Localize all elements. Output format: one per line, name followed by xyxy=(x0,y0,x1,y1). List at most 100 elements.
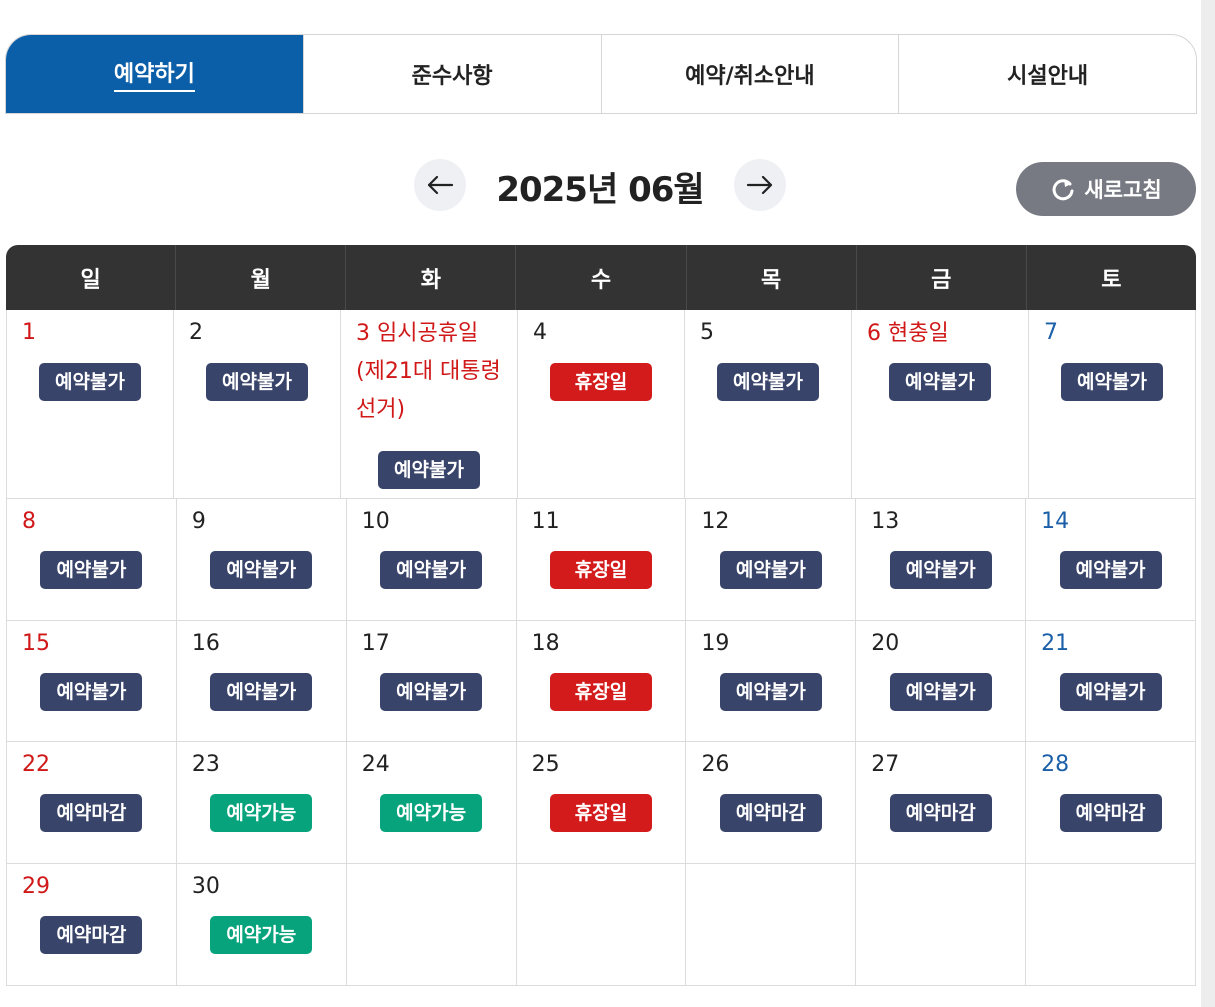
calendar-day-cell xyxy=(345,864,516,985)
day-number: 23 xyxy=(191,752,220,777)
calendar-day-cell[interactable]: 3 임시공휴일 (제21대 대통령 선거) 예약불가 xyxy=(340,310,517,498)
refresh-button[interactable]: 새로고침 xyxy=(1016,162,1196,216)
reservation-status-badge[interactable]: 예약불가 xyxy=(719,673,822,711)
day-number: 22 xyxy=(22,752,50,777)
calendar-day-cell xyxy=(685,864,855,985)
reservation-status-badge[interactable]: 예약마감 xyxy=(40,794,143,832)
reservation-status-badge[interactable]: 예약불가 xyxy=(889,551,992,589)
calendar-day-cell[interactable]: 11 휴장일 xyxy=(515,499,686,620)
calendar-day-cell[interactable]: 17 예약불가 xyxy=(345,621,516,741)
reservation-status-badge[interactable]: 예약불가 xyxy=(889,363,991,401)
calendar-day-cell[interactable]: 18 휴장일 xyxy=(515,621,686,741)
calendar-day-cell[interactable]: 23 예약가능 xyxy=(175,742,346,863)
reservation-status-badge[interactable]: 휴장일 xyxy=(550,551,652,589)
weekday-fri: 금 xyxy=(855,245,1026,310)
reservation-status-badge[interactable]: 휴장일 xyxy=(550,794,652,832)
calendar-day-cell[interactable]: 27 예약마감 xyxy=(855,742,1025,863)
day-number: 26 xyxy=(701,752,730,777)
weekday-wed: 수 xyxy=(515,245,685,310)
reservation-status-badge[interactable]: 예약가능 xyxy=(210,794,313,832)
calendar-day-cell[interactable]: 24 예약가능 xyxy=(345,742,516,863)
next-month-button[interactable] xyxy=(734,159,786,211)
calendar-day-cell[interactable]: 12 예약불가 xyxy=(685,499,855,620)
holiday-name: 현충일 xyxy=(888,321,949,346)
reservation-status-badge[interactable]: 휴장일 xyxy=(550,363,652,401)
calendar-day-cell[interactable]: 8 예약불가 xyxy=(6,499,176,620)
calendar-week-row: 8 예약불가 9 예약불가 10 예약불가 11 휴장일 12 예약불가 13 예약불가 14 예약불가 xyxy=(6,499,1197,621)
calendar-day-cell[interactable]: 30 예약가능 xyxy=(175,864,346,985)
reservation-status-badge[interactable]: 예약불가 xyxy=(717,363,819,401)
calendar-week-row: 22 예약마감 23 예약가능 24 예약가능 25 휴장일 26 예약마감 27 예약마감 28 예약마… xyxy=(6,742,1197,864)
arrow-right-icon xyxy=(746,175,773,195)
calendar-day-cell[interactable]: 4 휴장일 xyxy=(517,310,684,498)
reservation-status-badge[interactable]: 예약불가 xyxy=(1059,673,1162,711)
reservation-status-badge[interactable]: 예약가능 xyxy=(210,916,313,954)
tab-reserve[interactable]: 예약하기 xyxy=(6,35,303,113)
reservation-status-badge[interactable]: 예약불가 xyxy=(378,451,480,489)
calendar-day-cell[interactable]: 1 예약불가 xyxy=(6,310,173,498)
day-number: 11 xyxy=(531,509,560,534)
reservation-status-badge[interactable]: 예약불가 xyxy=(210,551,313,589)
calendar-day-cell[interactable]: 6 현충일예약불가 xyxy=(851,310,1028,498)
calendar-day-cell[interactable]: 7 예약불가 xyxy=(1028,310,1196,498)
calendar-day-cell[interactable]: 15 예약불가 xyxy=(6,621,176,741)
day-number: 29 xyxy=(22,874,50,899)
reservation-status-badge[interactable]: 예약마감 xyxy=(719,794,822,832)
arrow-left-icon xyxy=(427,175,454,195)
calendar-day-cell[interactable]: 19 예약불가 xyxy=(685,621,855,741)
tab-facility-guide[interactable]: 시설안내 xyxy=(898,35,1196,113)
calendar-day-cell[interactable]: 26 예약마감 xyxy=(685,742,855,863)
calendar-header: 일 월 화 수 목 금 토 xyxy=(6,245,1196,310)
reservation-status-badge[interactable]: 예약불가 xyxy=(210,673,313,711)
calendar-day-cell[interactable]: 9 예약불가 xyxy=(175,499,346,620)
reservation-status-badge[interactable]: 예약불가 xyxy=(380,551,483,589)
day-number: 2 xyxy=(189,320,203,345)
scrollbar-track[interactable] xyxy=(1201,0,1215,1007)
reservation-status-badge[interactable]: 예약마감 xyxy=(889,794,992,832)
day-number: 15 xyxy=(22,631,50,656)
reservation-status-badge[interactable]: 예약불가 xyxy=(206,363,308,401)
day-number: 6 xyxy=(867,321,881,346)
calendar-body: 1 예약불가 2 예약불가 3 임시공휴일 (제21대 대통령 선거) 예약불가 4 휴장일 5… xyxy=(6,310,1197,986)
tab-rules[interactable]: 준수사항 xyxy=(302,35,601,113)
reservation-status-badge[interactable]: 예약불가 xyxy=(719,551,822,589)
calendar-week-row: 15 예약불가 16 예약불가 17 예약불가 18 휴장일 19 예약불가 20 예약불가 21 예약불… xyxy=(6,621,1197,742)
day-number: 13 xyxy=(871,509,900,534)
reservation-status-badge[interactable]: 예약불가 xyxy=(1061,363,1163,401)
calendar-day-cell[interactable]: 14 예약불가 xyxy=(1025,499,1197,620)
weekday-tue: 화 xyxy=(345,245,515,310)
reservation-status-badge[interactable]: 예약불가 xyxy=(40,551,143,589)
reservation-status-badge[interactable]: 예약불가 xyxy=(1059,551,1162,589)
day-number: 10 xyxy=(361,509,390,534)
prev-month-button[interactable] xyxy=(414,159,466,211)
calendar-day-cell[interactable]: 13 예약불가 xyxy=(855,499,1025,620)
reservation-status-badge[interactable]: 예약불가 xyxy=(380,673,483,711)
calendar-day-cell[interactable]: 21 예약불가 xyxy=(1025,621,1197,741)
calendar-day-cell[interactable]: 22 예약마감 xyxy=(6,742,176,863)
day-number: 7 xyxy=(1044,320,1058,345)
calendar-day-cell[interactable]: 2 예약불가 xyxy=(173,310,340,498)
day-number: 8 xyxy=(22,509,36,534)
day-number: 27 xyxy=(871,752,900,777)
reservation-status-badge[interactable]: 예약마감 xyxy=(40,916,143,954)
weekday-thu: 목 xyxy=(685,245,856,310)
calendar-day-cell[interactable]: 10 예약불가 xyxy=(345,499,516,620)
tab-cancel-guide[interactable]: 예약/취소안내 xyxy=(600,35,899,113)
calendar-day-cell[interactable]: 28 예약마감 xyxy=(1025,742,1197,863)
reservation-status-badge[interactable]: 예약불가 xyxy=(39,363,141,401)
calendar-day-cell[interactable]: 25 휴장일 xyxy=(515,742,686,863)
reservation-status-badge[interactable]: 예약불가 xyxy=(889,673,992,711)
day-number: 18 xyxy=(531,631,560,656)
reservation-status-badge[interactable]: 휴장일 xyxy=(550,673,652,711)
calendar-day-cell[interactable]: 20 예약불가 xyxy=(855,621,1025,741)
calendar-day-cell[interactable]: 5 예약불가 xyxy=(684,310,851,498)
day-number: 5 xyxy=(700,320,714,345)
day-number: 25 xyxy=(531,752,560,777)
calendar-day-cell[interactable]: 16 예약불가 xyxy=(175,621,346,741)
reservation-status-badge[interactable]: 예약불가 xyxy=(40,673,143,711)
calendar-day-cell[interactable]: 29 예약마감 xyxy=(6,864,176,985)
day-number: 21 xyxy=(1041,631,1070,656)
refresh-icon xyxy=(1052,179,1074,201)
reservation-status-badge[interactable]: 예약마감 xyxy=(1059,794,1162,832)
reservation-status-badge[interactable]: 예약가능 xyxy=(380,794,483,832)
